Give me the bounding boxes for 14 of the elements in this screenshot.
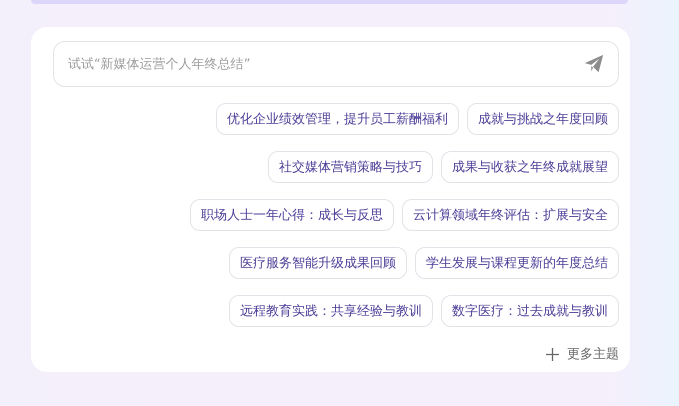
topic-chip[interactable]: 职场人士一年心得：成长与反思 (190, 199, 394, 231)
topic-chip[interactable]: 成果与收获之年终成就展望 (441, 151, 619, 183)
topic-chip[interactable]: 远程教育实践：共享经验与教训 (229, 295, 433, 327)
send-icon[interactable] (583, 53, 605, 75)
topic-chip[interactable]: 成就与挑战之年度回顾 (467, 103, 619, 135)
topic-chip[interactable]: 数字医疗：过去成就与教训 (441, 295, 619, 327)
topic-chip[interactable]: 云计算领域年终评估：扩展与安全 (402, 199, 619, 231)
topic-chip[interactable]: 医疗服务智能升级成果回顾 (229, 247, 407, 279)
topic-chip[interactable]: 优化企业绩效管理，提升员工薪酬福利 (216, 103, 459, 135)
topic-chip[interactable]: 学生发展与课程更新的年度总结 (415, 247, 619, 279)
plus-icon (546, 348, 559, 360)
more-topics-link[interactable]: 更多主题 (53, 345, 619, 363)
search-field[interactable]: 试试“新媒体运营个人年终总结” (53, 41, 619, 87)
topic-chip[interactable]: 社交媒体营销策略与技巧 (268, 151, 433, 183)
